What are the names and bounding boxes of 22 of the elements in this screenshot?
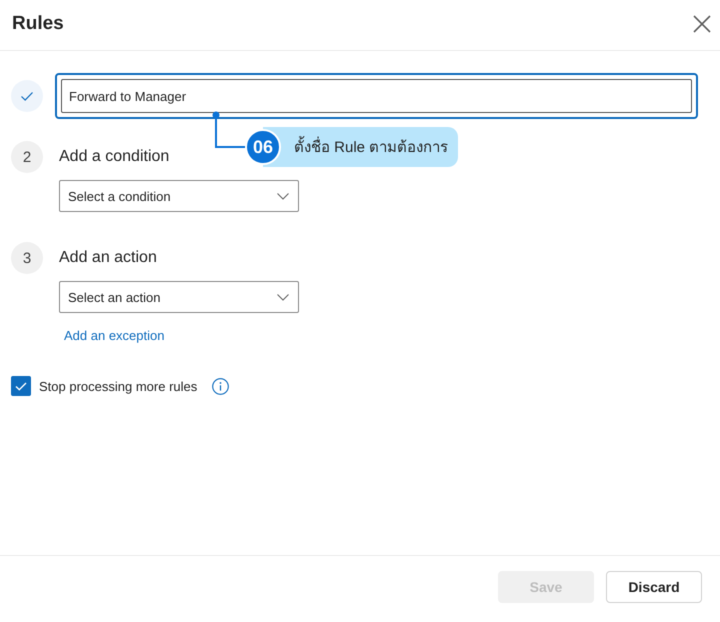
step-number: 3 (11, 242, 43, 274)
stop-processing-checkbox[interactable] (11, 376, 31, 396)
callout-connector (212, 111, 248, 149)
dropdown-placeholder: Select a condition (68, 188, 171, 204)
condition-dropdown[interactable]: Select a condition (59, 180, 299, 212)
step-badge: 06 (245, 129, 281, 165)
step-number: 2 (11, 141, 43, 173)
add-exception-link[interactable]: Add an exception (64, 328, 164, 343)
discard-button[interactable]: Discard (606, 571, 702, 603)
chevron-icon (277, 294, 289, 300)
close-icon (693, 15, 711, 33)
dialog-title: Rules (12, 13, 64, 35)
dropdown-placeholder: Select an action (68, 290, 161, 304)
chevron-icon (277, 192, 289, 200)
action-dropdown[interactable]: Select an action (59, 281, 299, 313)
step-heading: Add an action (59, 249, 157, 267)
close-button[interactable] (693, 15, 711, 33)
rule-name-field[interactable]: Forward to Manager (55, 73, 698, 119)
checkmark-icon (15, 382, 27, 390)
info-icon[interactable] (212, 378, 230, 394)
step-heading: Add a condition (59, 148, 170, 166)
checkbox-label: Stop processing more rules (39, 378, 198, 394)
